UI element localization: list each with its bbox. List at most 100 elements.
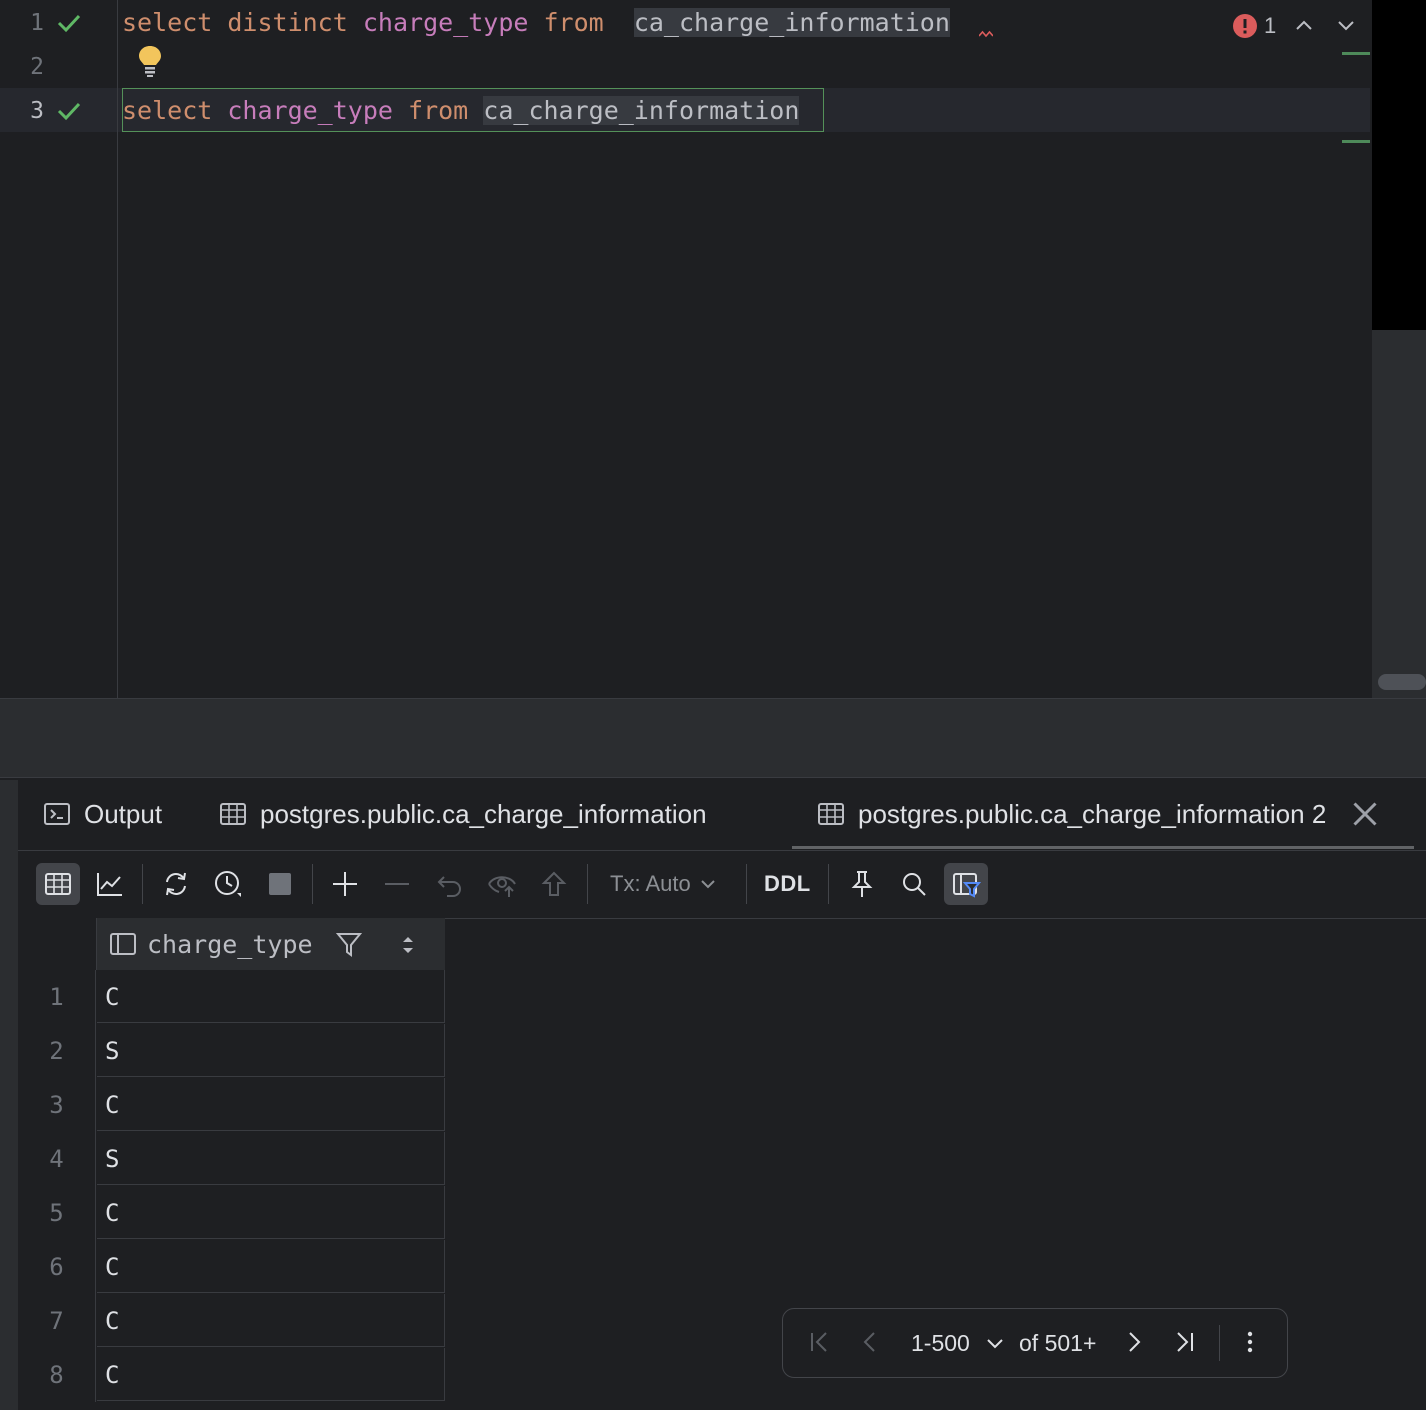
bulb-icon[interactable] [136,44,164,78]
line-number: 2 [30,54,44,80]
search-button[interactable] [892,863,936,905]
horizontal-scrollbar-thumb[interactable] [1378,674,1426,690]
line-number: 3 [30,98,44,124]
tab-output[interactable]: Output [42,780,162,848]
table-row[interactable]: 5C [18,1186,446,1240]
table-view-button[interactable] [36,863,80,905]
table-identifier: ca_charge_information [633,8,950,37]
close-icon[interactable] [1350,799,1380,829]
keyword: distinct [227,8,348,37]
line-number: 1 [30,10,44,36]
tab-label: postgres.public.ca_charge_information 2 [858,798,1327,829]
error-count: 1 [1264,13,1277,38]
check-icon [57,14,81,33]
keyword: from [543,8,604,37]
filter-panel-button[interactable] [944,863,988,905]
delete-row-icon [385,883,409,885]
table-row[interactable]: 7C [18,1294,446,1348]
cell-charge-type[interactable]: S [97,1132,445,1185]
toolbar-separator [312,864,313,904]
current-statement-outline [122,88,824,132]
cell-charge-type[interactable]: C [97,970,445,1023]
page-range-selector[interactable]: 1-500 [911,1309,970,1377]
add-row-button[interactable] [323,863,367,905]
previous-page-icon[interactable] [857,1329,883,1355]
table-row[interactable]: 6C [18,1240,446,1294]
sql-editor[interactable]: 1 2 3 select distinct charge_type from c… [0,0,1426,698]
cell-charge-type[interactable]: C [97,1186,445,1239]
pin-icon [851,871,873,897]
chevron-down-icon[interactable] [985,1333,1005,1353]
console-icon [44,803,70,825]
results-tab-bar: Output postgres.public.ca_charge_informa… [18,780,1426,851]
toolbar-separator [746,864,747,904]
column-icon [110,933,136,955]
filter-panel-icon [953,873,981,898]
sort-icon[interactable] [399,934,417,956]
panel-splitter[interactable] [0,698,1426,778]
total-rows-label: of 501+ [1019,1330,1097,1356]
gutter-line-2: 2 [0,45,117,89]
editor-gutter: 1 2 3 [0,0,118,698]
error-squiggle [979,30,993,38]
delete-row-button[interactable] [375,863,419,905]
tab-charge-information[interactable]: postgres.public.ca_charge_information [218,780,707,848]
grid-header: charge_type [18,918,446,970]
scroll-marker [1342,140,1370,143]
tab-charge-information-2[interactable]: postgres.public.ca_charge_information 2 [816,780,1380,848]
next-page-icon[interactable] [1121,1329,1147,1355]
first-page-icon[interactable] [807,1329,833,1355]
ddl-button[interactable]: DDL [764,863,811,905]
table-row[interactable]: 2S [18,1024,446,1078]
history-button[interactable] [206,863,250,905]
cell-charge-type[interactable]: C [97,1078,445,1131]
table-row[interactable]: 8C [18,1348,446,1402]
pager-separator [1219,1325,1220,1361]
pin-tab-button[interactable] [840,863,884,905]
history-icon [215,871,241,897]
keyword: select [122,8,213,37]
chart-view-button[interactable] [88,863,132,905]
revert-button[interactable] [428,863,472,905]
error-indicator[interactable]: 1 [1232,12,1276,40]
gutter-line-3: 3 [0,89,117,133]
vertical-scrollbar-thumb[interactable] [1372,0,1426,330]
chevron-down-icon [701,880,715,889]
code-line-1[interactable]: select distinct charge_type from ca_char… [122,1,950,45]
row-number: 4 [18,1132,96,1186]
chevron-up-icon[interactable] [1293,14,1315,36]
last-page-icon[interactable] [1171,1329,1197,1355]
revert-icon [437,876,461,897]
active-tab-indicator [792,846,1414,849]
transaction-mode-dropdown[interactable]: Tx: Auto [610,863,717,905]
table-icon [220,803,246,825]
column-identifier: charge_type [362,8,529,37]
stop-button[interactable] [258,863,302,905]
more-options-icon[interactable] [1237,1329,1263,1355]
cell-charge-type[interactable]: C [97,1294,445,1347]
row-number-header [18,918,97,970]
gutter-line-1: 1 [0,1,117,45]
filter-icon[interactable] [335,930,363,958]
cell-charge-type[interactable]: S [97,1024,445,1077]
row-number: 6 [18,1240,96,1294]
chart-icon [97,873,122,896]
row-number: 3 [18,1078,96,1132]
submit-button[interactable] [532,863,576,905]
chevron-down-icon[interactable] [1335,14,1357,36]
column-header-charge-type[interactable]: charge_type [97,918,445,970]
add-row-icon [333,872,357,896]
cell-charge-type[interactable]: C [97,1348,445,1401]
row-number: 1 [18,970,96,1024]
submit-icon [541,871,567,896]
ddl-label: DDL [764,871,811,896]
refresh-button[interactable] [154,863,198,905]
row-number: 2 [18,1024,96,1078]
table-row[interactable]: 3C [18,1078,446,1132]
preview-pending-button[interactable] [480,863,524,905]
cell-charge-type[interactable]: C [97,1240,445,1293]
table-row[interactable]: 1C [18,970,446,1024]
vertical-scrollbar-track[interactable] [1372,330,1426,698]
tx-label: Tx: Auto [610,871,691,896]
table-row[interactable]: 4S [18,1132,446,1186]
